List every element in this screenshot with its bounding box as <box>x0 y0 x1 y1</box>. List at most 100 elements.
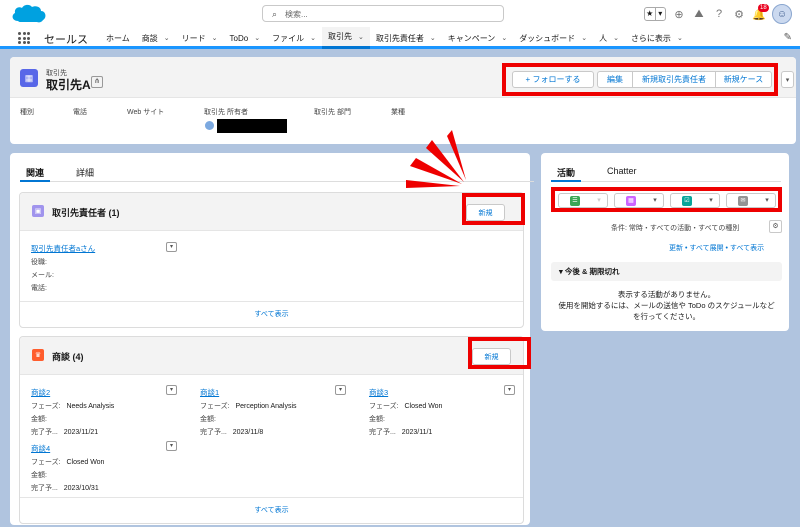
nav-tab-5[interactable]: 取引先 ⌄ <box>321 27 370 49</box>
app-launcher-icon[interactable] <box>18 32 30 44</box>
hierarchy-icon[interactable]: ⋔ <box>91 76 103 88</box>
contacts-view-all[interactable]: すべて表示 <box>20 301 523 327</box>
add-icon[interactable]: ⊕ <box>672 8 686 21</box>
nav-tab-7[interactable]: キャンペーン ⌄ <box>442 27 513 49</box>
chevron-down-icon[interactable]: ⌄ <box>212 34 218 42</box>
activity-tabs: 活動 Chatter <box>551 160 781 182</box>
activity-links[interactable]: 更新 • すべて展開 • すべて表示 <box>669 243 764 253</box>
app-name: セールス <box>44 34 88 46</box>
chevron-down-icon[interactable]: ⌄ <box>164 34 170 42</box>
nav-tab-label: ToDo <box>229 33 249 43</box>
chevron-down-icon[interactable]: ⌄ <box>358 33 364 41</box>
opportunities-view-all[interactable]: すべて表示 <box>20 497 523 523</box>
user-avatar[interactable]: ☺ <box>772 4 792 24</box>
help-icon[interactable]: ? <box>712 8 726 20</box>
nav-tab-label: ダッシュボード <box>519 33 576 43</box>
row-actions-chevron-icon[interactable]: ▾ <box>166 441 177 451</box>
opportunities-header: ♛ 商談 (4) 新規 <box>20 337 523 375</box>
chevron-down-icon[interactable]: ⌄ <box>430 34 436 42</box>
opportunity-close-row: 完了予... 2023/11/8 <box>200 427 297 437</box>
setup-gear-icon[interactable]: ⚙ <box>732 8 746 21</box>
opportunity-phase-row: フェーズ: Closed Won <box>369 401 442 411</box>
nav-tab-9[interactable]: 人 ⌄ <box>593 27 625 49</box>
nav-tab-1[interactable]: 商談 ⌄ <box>136 27 176 49</box>
row-actions-chevron-icon[interactable]: ▾ <box>335 385 346 395</box>
tab-activity[interactable]: 活動 <box>551 160 582 182</box>
nav-tab-label: リード <box>181 33 206 43</box>
highlight-box-actions <box>502 63 778 96</box>
amount-label: 金額: <box>369 416 385 423</box>
phase-label: フェーズ: <box>31 403 61 410</box>
nav-tab-3[interactable]: ToDo ⌄ <box>224 27 267 49</box>
nav-tab-label: 取引先責任者 <box>375 33 424 43</box>
field-type-label: 種別 <box>20 109 34 116</box>
row-actions-chevron-icon[interactable]: ▾ <box>504 385 515 395</box>
field-owner-label: 取引先 所有者 <box>204 109 248 116</box>
header-utilities: ★ ▾ ⊕ ⛰ ? ⚙ 🔔 18 ☺ <box>644 3 792 24</box>
contact-phone-label: 電話: <box>31 285 47 292</box>
nav-tab-label: 人 <box>599 33 608 43</box>
opportunity-item: 商談4 フェーズ: Closed Won 金額: 完了予... 2023/10/31 <box>31 443 104 493</box>
nav-tab-0[interactable]: ホーム <box>100 27 136 49</box>
nav-tab-8[interactable]: ダッシュボード ⌄ <box>513 27 593 49</box>
chevron-down-icon[interactable]: ⌄ <box>613 34 619 42</box>
chevron-down-icon[interactable]: ⌄ <box>254 34 260 42</box>
nav-tab-2[interactable]: リード ⌄ <box>176 27 224 49</box>
account-icon: ▦ <box>20 69 38 87</box>
row-actions-chevron-icon[interactable]: ▾ <box>166 385 177 395</box>
tab-chatter[interactable]: Chatter <box>601 160 643 182</box>
opportunities-related-list: ♛ 商談 (4) 新規 商談2 フェーズ: Needs Analysis 金額: 完了… <box>19 336 524 524</box>
opportunity-close-row: 完了予... 2023/10/31 <box>31 483 104 493</box>
opportunity-phase-row: フェーズ: Perception Analysis <box>200 401 297 411</box>
nav-tab-4[interactable]: ファイル ⌄ <box>266 27 322 49</box>
activity-filter-text: 条件: 常時・すべての活動・すべての種別 <box>611 225 740 232</box>
nav-tab-label: ファイル <box>272 33 305 43</box>
field-phone-label: 電話 <box>73 109 87 116</box>
nav-tabs: ホーム 商談 ⌄ リード ⌄ ToDo ⌄ ファイル ⌄ 取引先 ⌄ 取引先責任者 ⌄ キャンペーン ⌄ ダッ… <box>100 27 689 49</box>
opportunity-link[interactable]: 商談2 <box>31 387 114 398</box>
close-value: 2023/10/31 <box>63 485 99 492</box>
highlight-box-new-contact <box>462 193 525 225</box>
activity-hint-text: 使用を開始するには、メールの送信や ToDo のスケジュールなど を行ってくださ… <box>551 300 782 322</box>
close-label: 完了予... <box>200 429 227 436</box>
nav-tab-label: さらに表示 <box>630 33 671 43</box>
favorites-icon[interactable]: ★ ▾ <box>644 7 666 21</box>
chevron-down-icon[interactable]: ⌄ <box>310 34 316 42</box>
chevron-down-icon[interactable]: ⌄ <box>677 34 683 42</box>
salesforce-logo[interactable] <box>10 3 48 25</box>
close-label: 完了予... <box>31 485 58 492</box>
more-actions-chevron-icon[interactable]: ▾ <box>781 71 794 88</box>
filter-gear-icon[interactable]: ⚙ <box>769 220 782 233</box>
opportunity-link[interactable]: 商談4 <box>31 443 104 454</box>
close-value: 2023/11/8 <box>232 429 264 436</box>
tab-related[interactable]: 関連 <box>20 160 51 182</box>
search-placeholder: 検索... <box>285 10 308 19</box>
field-industry-label: 業種 <box>391 109 405 116</box>
contacts-header: ▣ 取引先責任者 (1) 新規 <box>20 193 523 231</box>
chevron-down-icon[interactable]: ⌄ <box>581 34 587 42</box>
contacts-title: 取引先責任者 (1) <box>52 208 120 218</box>
field-division-label: 取引先 部門 <box>314 109 351 116</box>
amount-label: 金額: <box>31 416 47 423</box>
chevron-down-icon[interactable]: ⌄ <box>501 34 507 42</box>
opportunity-link[interactable]: 商談3 <box>369 387 442 398</box>
tab-details[interactable]: 詳細 <box>70 160 100 182</box>
opportunity-close-row: 完了予... 2023/11/21 <box>31 427 114 437</box>
opportunity-link[interactable]: 商談1 <box>200 387 297 398</box>
trailhead-icon[interactable]: ⛰ <box>692 8 706 21</box>
phase-label: フェーズ: <box>200 403 230 410</box>
notifications-bell-icon[interactable]: 🔔 18 <box>752 3 769 21</box>
nav-tab-label: ホーム <box>106 33 130 43</box>
upcoming-label: 今後 & 期限切れ <box>564 267 620 276</box>
contact-link[interactable]: 取引先責任者aさん <box>31 243 95 254</box>
edit-nav-pencil-icon[interactable]: ✎ <box>784 32 792 43</box>
opportunity-crown-icon: ♛ <box>32 349 44 361</box>
arrow-4 <box>406 180 460 188</box>
opportunity-item: 商談2 フェーズ: Needs Analysis 金額: 完了予... 2023/11… <box>31 387 114 437</box>
global-header: ⌕ 検索... ★ ▾ ⊕ ⛰ ? ⚙ 🔔 18 ☺ <box>0 0 800 27</box>
upcoming-overdue-section[interactable]: ▾ 今後 & 期限切れ <box>551 262 782 281</box>
global-search[interactable]: ⌕ 検索... <box>262 5 504 22</box>
nav-tab-6[interactable]: 取引先責任者 ⌄ <box>370 27 442 49</box>
nav-tab-10[interactable]: さらに表示 ⌄ <box>625 27 689 49</box>
row-actions-chevron-icon[interactable]: ▾ <box>166 242 177 252</box>
